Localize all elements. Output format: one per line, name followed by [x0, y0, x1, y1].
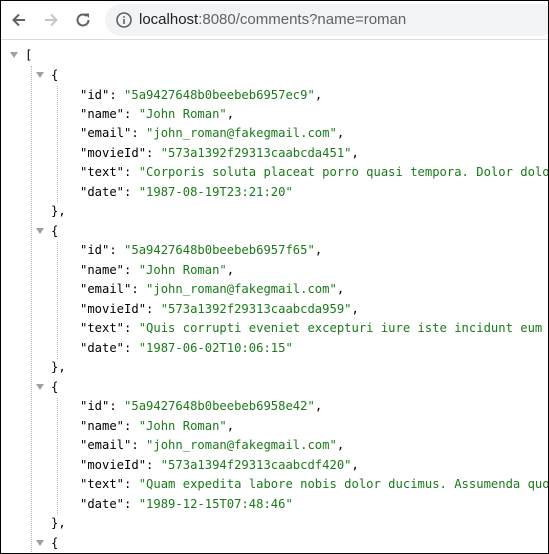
- collapse-toggle-icon[interactable]: [36, 540, 44, 546]
- json-line-email: "email": "john_roman@fakegmail.com",: [80, 282, 345, 296]
- collapse-toggle-icon[interactable]: [36, 228, 44, 234]
- json-line-date: "date": "1987-06-02T10:06:15": [80, 341, 293, 355]
- back-button[interactable]: [6, 7, 32, 33]
- open-bracket: [: [25, 48, 33, 62]
- json-viewer: [ { "id": "5a9427648b0beebeb6957ec9", "n…: [1, 40, 548, 553]
- url-text[interactable]: localhost:8080/comments?name=roman: [139, 4, 406, 36]
- url-host: localhost: [139, 11, 199, 28]
- json-line-text: "text": "Corporis soluta placeat porro q…: [80, 165, 549, 179]
- json-line-id: "id": "5a9427648b0beebeb6957ec9",: [80, 88, 323, 102]
- close-brace: },: [51, 516, 66, 530]
- collapse-toggle-icon[interactable]: [10, 52, 18, 58]
- collapse-toggle-icon[interactable]: [36, 384, 44, 390]
- json-line-movieid: "movieId": "573a1392f29313caabcda451",: [80, 146, 359, 160]
- info-icon[interactable]: [115, 11, 133, 29]
- close-brace: },: [51, 204, 66, 218]
- open-brace: {: [51, 380, 59, 394]
- open-brace: {: [51, 68, 59, 82]
- forward-arrow-icon: [45, 13, 58, 27]
- json-line-id: "id": "5a9427648b0beebeb6957f65",: [80, 243, 323, 257]
- json-line-movieid: "movieId": "573a1392f29313caabcda959",: [80, 302, 359, 316]
- address-bar[interactable]: localhost:8080/comments?name=roman: [105, 4, 548, 36]
- json-line-text: "text": "Quis corrupti eveniet excepturi…: [80, 321, 549, 335]
- json-line-name: "name": "John Roman",: [80, 107, 235, 121]
- indent-guide: [57, 86, 58, 203]
- open-brace: {: [51, 224, 59, 238]
- json-line-movieid: "movieId": "573a1394f29313caabcdf420",: [80, 458, 359, 472]
- open-brace: {: [51, 536, 59, 550]
- indent-guide: [57, 398, 58, 515]
- json-line-date: "date": "1987-08-19T23:21:20": [80, 185, 293, 199]
- back-arrow-icon: [12, 13, 25, 27]
- json-line-date: "date": "1989-12-15T07:48:46": [80, 497, 293, 511]
- json-line-email: "email": "john_roman@fakegmail.com",: [80, 126, 345, 140]
- browser-window: localhost:8080/comments?name=roman [ { "…: [0, 0, 549, 554]
- json-line-email: "email": "john_roman@fakegmail.com",: [80, 438, 345, 452]
- json-line-id: "id": "5a9427648b0beebeb6958e42",: [80, 399, 323, 413]
- url-path: :8080/comments?name=roman: [198, 11, 407, 28]
- browser-toolbar: localhost:8080/comments?name=roman: [1, 1, 548, 40]
- indent-guide: [57, 242, 58, 359]
- json-line-name: "name": "John Roman",: [80, 263, 235, 277]
- forward-button[interactable]: [38, 7, 64, 33]
- close-brace: },: [51, 360, 66, 374]
- json-line-text: "text": "Quam expedita labore nobis dolo…: [80, 477, 549, 491]
- reload-button[interactable]: [70, 7, 96, 33]
- indent-guide: [31, 66, 32, 553]
- json-line-name: "name": "John Roman",: [80, 419, 235, 433]
- collapse-toggle-icon[interactable]: [36, 72, 44, 78]
- reload-icon: [76, 13, 90, 27]
